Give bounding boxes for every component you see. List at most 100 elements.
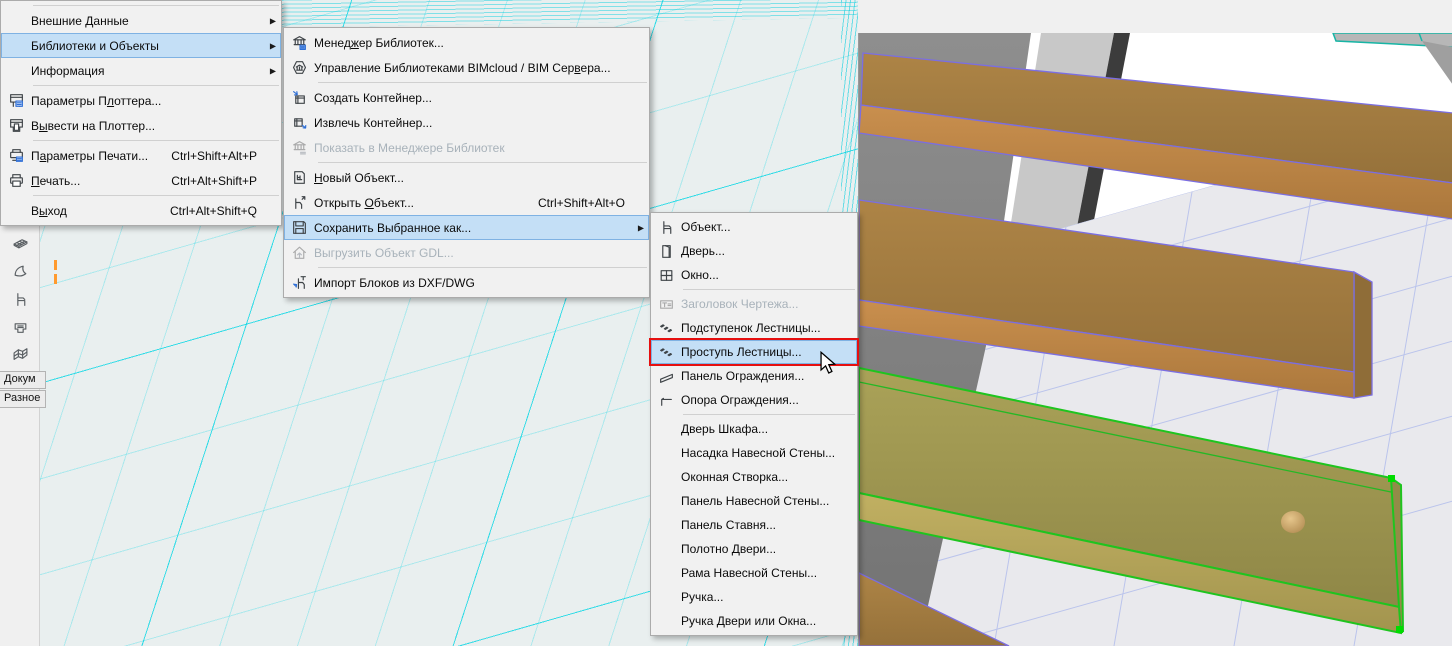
object-icon	[651, 219, 681, 236]
selection-handle[interactable]	[1388, 475, 1395, 482]
menu-item-label: Параметры Плоттера...	[31, 94, 161, 108]
menu-item-label: Библиотеки и Объекты	[31, 39, 159, 53]
menu-separator	[33, 195, 279, 196]
menu-item-create-container[interactable]: Создать Контейнер...	[284, 85, 649, 110]
wood-knot	[1281, 511, 1305, 533]
menu-item-object[interactable]: Объект...	[651, 215, 857, 239]
save-selected-as-submenu: Объект... Дверь...Окно... Заголовок Чертеж…	[650, 212, 858, 636]
menu-item-label: Открыть Объект...	[314, 196, 414, 210]
menu-item-label: Рама Навесной Стены...	[681, 566, 817, 580]
menu-item-label: Объект...	[681, 220, 731, 234]
menu-item-label: Оконная Створка...	[681, 470, 788, 484]
bim-server-libraries-icon	[284, 59, 314, 76]
slab-tool-icon[interactable]	[5, 230, 35, 256]
menu-item-open-object[interactable]: Открыть Объект...Ctrl+Shift+Alt+O	[284, 190, 649, 215]
menu-item-extract-container[interactable]: Извлечь Контейнер...	[284, 110, 649, 135]
save-selected-as-icon	[284, 219, 314, 236]
menu-item-label: Панель Ставня...	[681, 518, 776, 532]
stair-riser-icon	[651, 320, 681, 337]
menu-item-label: Панель Ограждения...	[681, 369, 804, 383]
mouse-cursor	[817, 351, 839, 375]
menu-item-label: Проступь Лестницы...	[681, 345, 802, 359]
show-in-library-manager-icon	[284, 139, 314, 156]
section-marker-dash	[54, 274, 57, 284]
menu-item-curtain-wall-accessory[interactable]: Насадка Навесной Стены...	[651, 441, 857, 465]
menu-item-label: Опора Ограждения...	[681, 393, 799, 407]
menu-item-label: Новый Объект...	[314, 171, 404, 185]
menu-item-curtain-wall-panel[interactable]: Панель Навесной Стены...	[651, 489, 857, 513]
print-settings-icon	[1, 147, 31, 164]
menu-separator	[683, 289, 855, 290]
menu-item-label: Сохранить Выбранное как...	[314, 221, 471, 235]
3d-view[interactable]	[858, 33, 1452, 646]
menu-item-label: Создать Контейнер...	[314, 91, 432, 105]
menu-item-import-dxf-blocks[interactable]: Импорт Блоков из DXF/DWG	[284, 270, 649, 295]
menu-item-label: Управление Библиотеками BIMcloud / BIM С…	[314, 61, 611, 75]
menu-item-drawing-title[interactable]: Заголовок Чертежа...	[651, 292, 857, 316]
menu-item-shortcut: Ctrl+Alt+Shift+P	[171, 174, 273, 188]
section-marker-dash	[54, 260, 57, 270]
menu-item-shortcut: Ctrl+Shift+Alt+P	[171, 149, 273, 163]
menu-item-unload-gdl-object[interactable]: Выгрузить Объект GDL...	[284, 240, 649, 265]
menu-item-label: Ручка...	[681, 590, 723, 604]
menu-item-show-in-library-manager[interactable]: Показать в Менеджере Библиотек	[284, 135, 649, 160]
menu-item-bim-server-libraries[interactable]: Управление Библиотеками BIMcloud / BIM С…	[284, 55, 649, 80]
menu-item-external-data[interactable]: Внешние Данные▶	[1, 8, 281, 33]
menu-item-label: Заголовок Чертежа...	[681, 297, 798, 311]
menu-item-label: Параметры Печати...	[31, 149, 148, 163]
menu-item-stair-riser[interactable]: Подступенок Лестницы...	[651, 316, 857, 340]
menu-item-label: Насадка Навесной Стены...	[681, 446, 835, 460]
menu-item-library-manager[interactable]: Менеджер Библиотек...	[284, 30, 649, 55]
menu-item-door-or-window-handle[interactable]: Ручка Двери или Окна...	[651, 609, 857, 633]
tab-document[interactable]: Докум	[0, 371, 46, 389]
menu-item-window-sash[interactable]: Оконная Створка...	[651, 465, 857, 489]
menu-item-door[interactable]: Дверь...	[651, 239, 857, 263]
stair-tread-icon	[651, 344, 681, 361]
menu-item-label: Панель Навесной Стены...	[681, 494, 829, 508]
menu-item-save-selected-as[interactable]: Сохранить Выбранное как...▶	[284, 215, 649, 240]
menu-item-window[interactable]: Окно...	[651, 263, 857, 287]
mesh-tool-icon[interactable]	[5, 340, 35, 366]
tab-misc[interactable]: Разное	[0, 390, 46, 408]
zone-tool-icon[interactable]	[5, 314, 35, 340]
menu-item-label: Дверь Шкафа...	[681, 422, 768, 436]
menu-item-label: Вывести на Плоттер...	[31, 119, 155, 133]
import-dxf-blocks-icon	[284, 274, 314, 291]
library-manager-icon	[284, 34, 314, 51]
menu-item-plotter-setup[interactable]: Параметры Плоттера...	[1, 88, 281, 113]
open-object-icon	[284, 194, 314, 211]
menu-separator	[318, 267, 647, 268]
menu-item-label: Выход	[31, 204, 67, 218]
menu-item-curtain-wall-frame[interactable]: Рама Навесной Стены...	[651, 561, 857, 585]
menu-item-shutter-panel[interactable]: Панель Ставня...	[651, 513, 857, 537]
drawing-title-icon	[651, 296, 681, 313]
unload-gdl-object-icon	[284, 244, 314, 261]
menu-item-door-leaf[interactable]: Полотно Двери...	[651, 537, 857, 561]
menu-item-libraries-and-objects[interactable]: Библиотеки и Объекты▶	[1, 33, 281, 58]
menu-item-label: Ручка Двери или Окна...	[681, 614, 816, 628]
menu-item-new-object[interactable]: Новый Объект...	[284, 165, 649, 190]
railing-post-icon	[651, 392, 681, 409]
plot-output-icon	[1, 117, 31, 134]
menu-item-cabinet-door[interactable]: Дверь Шкафа...	[651, 417, 857, 441]
object-tool-icon[interactable]	[5, 286, 35, 312]
tab-misc-label: Разное	[4, 392, 40, 404]
shell-tool-icon[interactable]	[5, 258, 35, 284]
menu-item-label: Внешние Данные	[31, 14, 129, 28]
menu-item-print[interactable]: Печать...Ctrl+Alt+Shift+P	[1, 168, 281, 193]
file-menu: Внешние Данные▶Библиотеки и Объекты▶Инфо…	[0, 0, 282, 226]
menu-separator	[683, 414, 855, 415]
menu-item-information[interactable]: Информация▶	[1, 58, 281, 83]
menu-item-label: Подступенок Лестницы...	[681, 321, 821, 335]
menu-item-exit[interactable]: ВыходCtrl+Alt+Shift+Q	[1, 198, 281, 223]
extract-container-icon	[284, 114, 314, 131]
menu-item-handle[interactable]: Ручка...	[651, 585, 857, 609]
menu-item-railing-post[interactable]: Опора Ограждения...	[651, 388, 857, 412]
menu-item-print-setup[interactable]: Параметры Печати... Ctrl+Shift+Alt+P	[1, 143, 281, 168]
create-container-icon	[284, 89, 314, 106]
selection-handle[interactable]	[1396, 626, 1403, 633]
menu-item-plot[interactable]: Вывести на Плоттер...	[1, 113, 281, 138]
plotter-settings-icon	[1, 92, 31, 109]
menu-separator	[318, 82, 647, 83]
new-object-icon	[284, 169, 314, 186]
